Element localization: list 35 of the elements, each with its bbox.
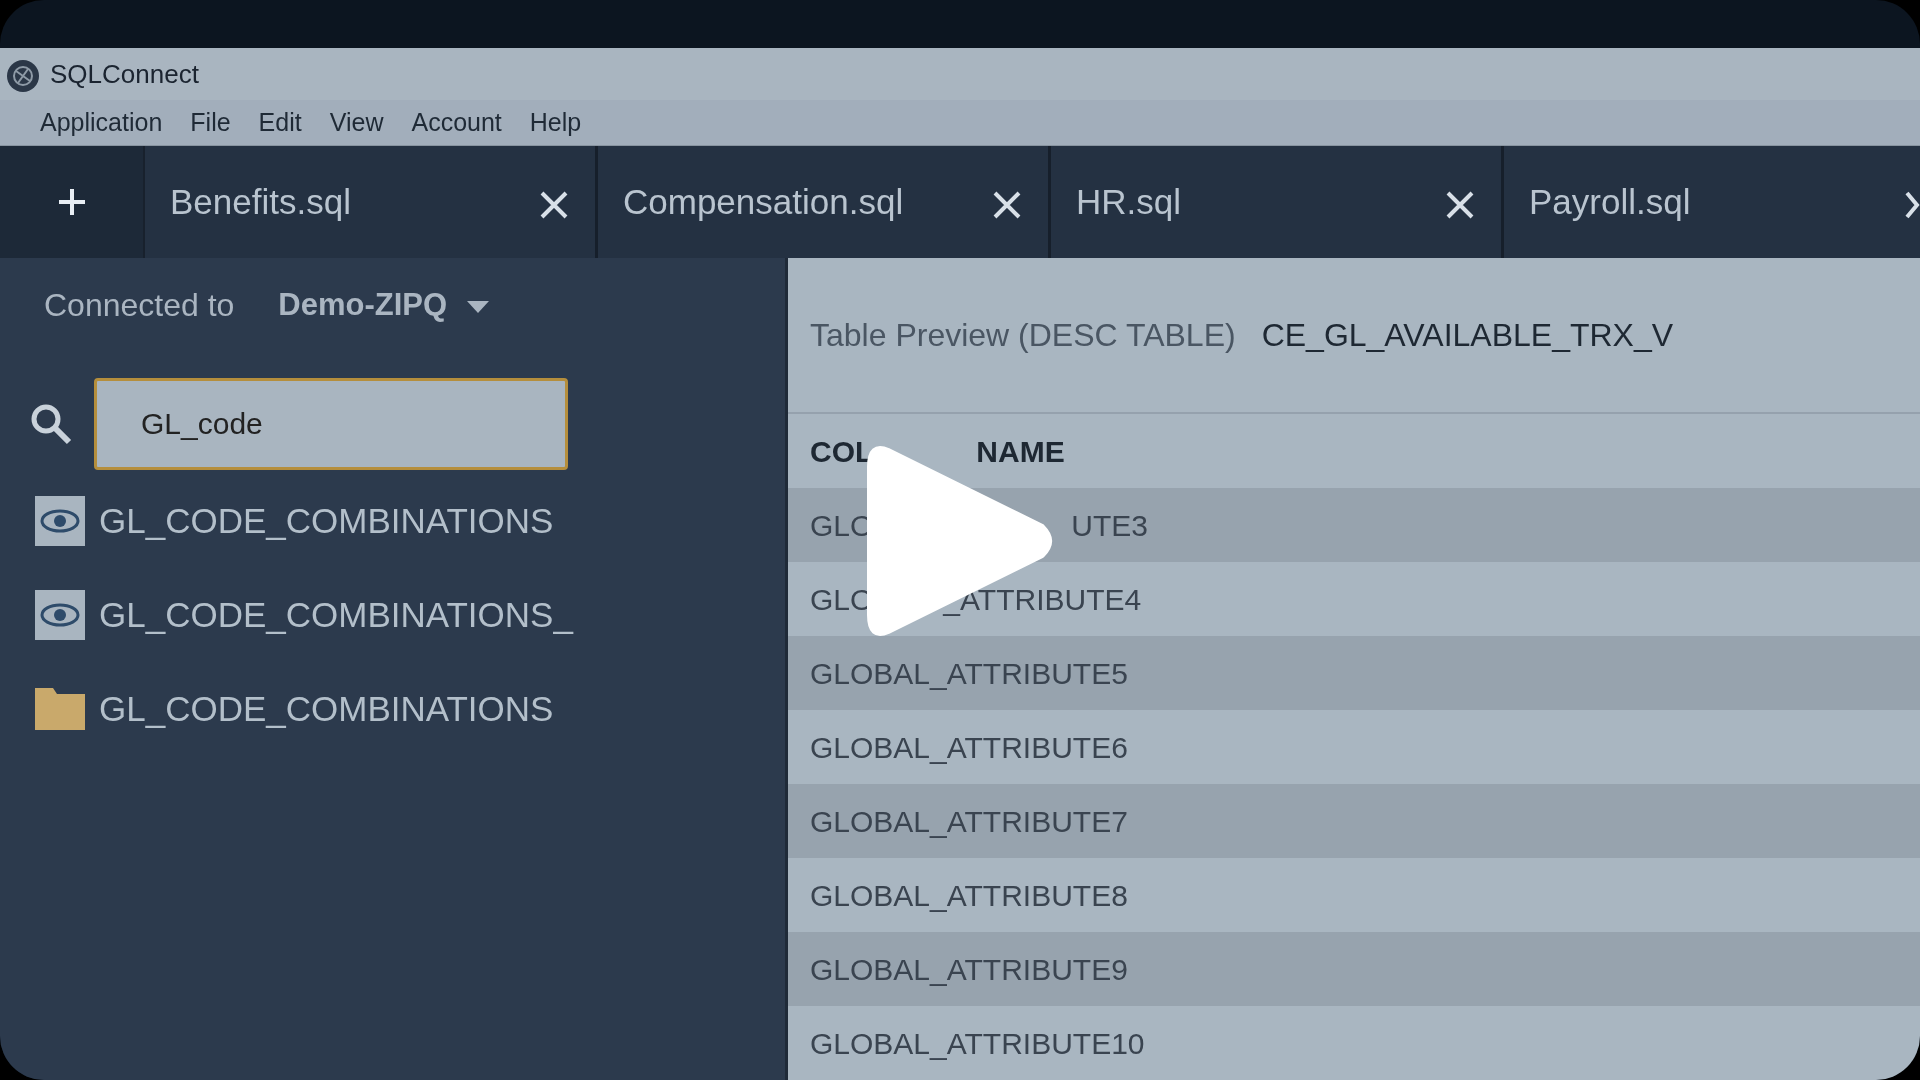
table-cell-text: GLOBAL_ATTRIBUTE6 <box>810 729 1128 766</box>
column-header: COL <box>810 433 874 470</box>
app-logo-icon <box>6 58 40 93</box>
result-item[interactable]: GL_CODE_COMBINATIONS_ <box>99 588 573 642</box>
table-cell-text: GLOBAL_ATTRIBUTE5 <box>810 655 1128 692</box>
preview-label: Table Preview (DESC TABLE) <box>810 316 1236 355</box>
column-header: NAME <box>976 433 1065 470</box>
close-icon[interactable] <box>539 189 569 220</box>
window-title: SQLConnect <box>50 57 199 91</box>
caret-icon <box>467 300 490 313</box>
eye-icon <box>35 496 85 546</box>
menu-item[interactable]: Account <box>411 103 502 142</box>
table-cell-text: GLOBAL_ATTRIBUTE8 <box>810 877 1128 914</box>
search-icon <box>30 403 72 445</box>
menu-item[interactable]: File <box>190 103 231 142</box>
connection-label: Connected to <box>44 286 235 325</box>
result-item[interactable]: GL_CODE_COMBINATIONS <box>99 682 554 736</box>
table-name: CE_GL_AVAILABLE_TRX_V <box>1261 316 1674 355</box>
folder-icon <box>35 688 85 730</box>
table-cell-text: GLOBAL_ATTRIBUTE10 <box>810 1025 1145 1062</box>
result-item[interactable]: GL_CODE_COMBINATIONS <box>99 494 554 548</box>
menu-item[interactable]: View <box>329 103 384 142</box>
menu-item[interactable]: Edit <box>258 103 302 142</box>
table-cell-text: UTE3 <box>1071 507 1149 544</box>
search-field[interactable]: GL_code <box>94 378 568 470</box>
menu-item[interactable]: Help <box>529 103 582 142</box>
plus-icon <box>56 187 87 217</box>
menu-item[interactable]: Application <box>40 103 163 142</box>
close-icon[interactable] <box>992 189 1022 220</box>
close-icon[interactable] <box>1445 189 1475 220</box>
eye-icon <box>35 590 85 640</box>
table-cell-text: GLOBAL_ATTRIBUTE7 <box>810 803 1128 840</box>
database-dropdown[interactable]: Demo-ZIPQ <box>278 281 490 329</box>
chevron-right-icon[interactable] <box>1904 189 1920 220</box>
table-cell-text: GLOBAL_ATTRIBUTE9 <box>810 951 1128 988</box>
